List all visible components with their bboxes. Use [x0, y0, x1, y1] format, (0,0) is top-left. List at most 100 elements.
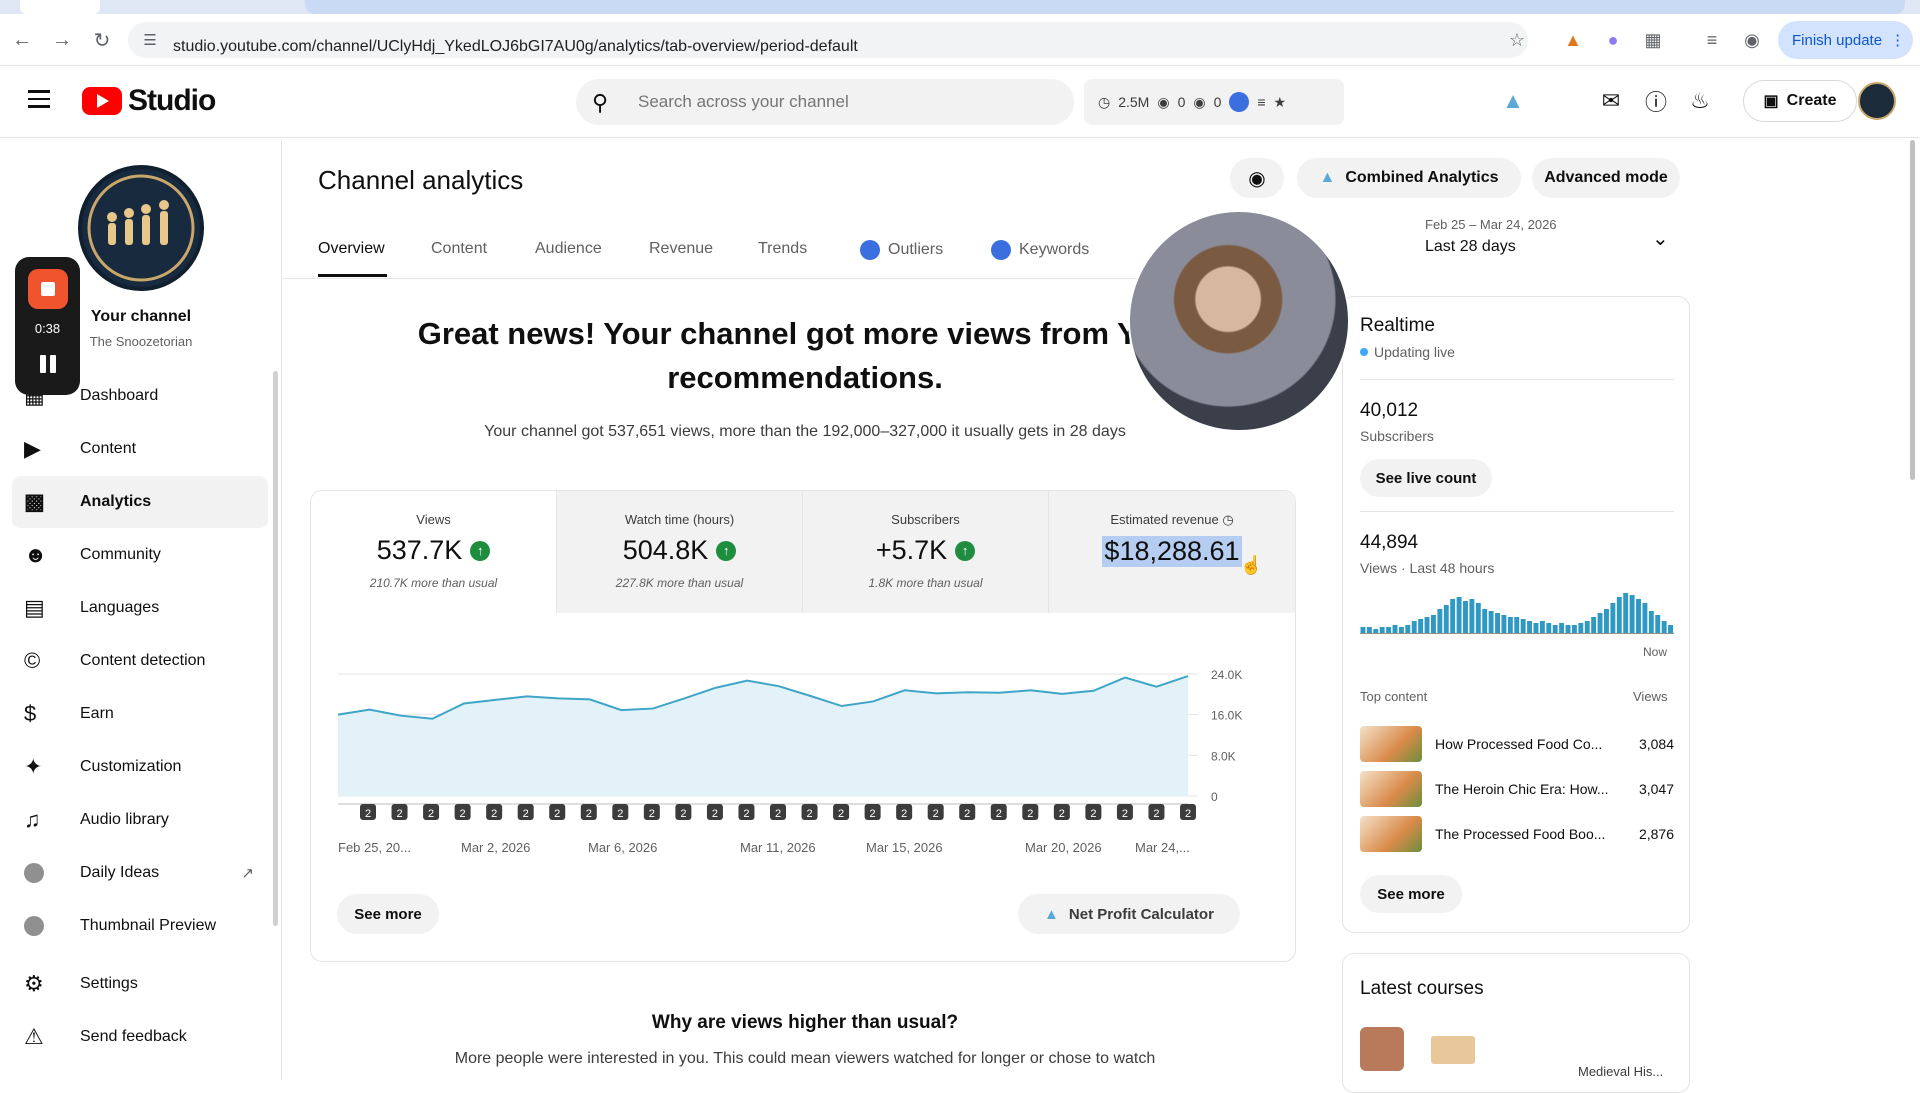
- top-content-row[interactable]: The Heroin Chic Era: How... 3,047: [1360, 769, 1674, 809]
- reading-list-icon[interactable]: ≡: [1700, 28, 1724, 52]
- date-range-dates[interactable]: Feb 25 – Mar 24, 2026: [1425, 217, 1557, 232]
- tab-content[interactable]: Content: [431, 240, 487, 258]
- bell-icon[interactable]: ♨: [1685, 86, 1715, 116]
- help-icon[interactable]: ⓘ: [1641, 86, 1671, 116]
- pause-icon[interactable]: [37, 353, 59, 375]
- chevron-down-icon[interactable]: ⌄: [1652, 226, 1669, 251]
- sidebar-item-settings[interactable]: ⚙ Settings: [12, 958, 268, 1010]
- sidebar-item-community[interactable]: ☻ Community: [12, 529, 268, 581]
- audio-library-icon: ♫: [24, 807, 41, 832]
- list-icon[interactable]: ≡: [1257, 94, 1265, 110]
- create-button[interactable]: ▣ Create: [1743, 80, 1857, 122]
- updating-live: Updating live: [1360, 344, 1455, 360]
- main-scrollbar[interactable]: [1910, 140, 1915, 480]
- sidebar-item-languages[interactable]: ▤ Languages: [12, 582, 268, 634]
- evolution-logo-icon: [87, 174, 195, 282]
- realtime-bar: [1636, 599, 1641, 633]
- clock-icon: ◷: [1222, 512, 1234, 527]
- video-views: 3,047: [1638, 781, 1674, 797]
- realtime-bar: [1424, 617, 1430, 633]
- magic-wand-icon: ✦: [24, 754, 43, 779]
- realtime-bar: [1379, 627, 1385, 633]
- realtime-bar: [1392, 625, 1398, 633]
- realtime-bar: [1501, 615, 1507, 633]
- sidebar-scrollbar[interactable]: [273, 371, 278, 926]
- sidebar-item-content-detection[interactable]: © Content detection: [12, 635, 268, 687]
- search-bar[interactable]: ⚲: [576, 79, 1074, 125]
- menu-icon[interactable]: [28, 90, 50, 108]
- extension-stats-bar[interactable]: ◷ 2.5M ◉ 0 ◉ 0 ≡ ★: [1084, 79, 1344, 125]
- sidebar-item-customization[interactable]: ✦ Customization: [12, 741, 268, 793]
- reload-icon[interactable]: ↻: [90, 28, 114, 52]
- net-profit-label: Net Profit Calculator: [1068, 905, 1214, 923]
- live-label: Updating live: [1374, 344, 1455, 360]
- net-profit-calculator-button[interactable]: ▲ Net Profit Calculator: [1018, 894, 1240, 934]
- metric-estimated-revenue[interactable]: Estimated revenue ◷ $18,288.61: [1049, 491, 1295, 613]
- metric-label: Subscribers: [891, 512, 960, 527]
- site-info-icon[interactable]: ☰: [138, 28, 162, 52]
- realtime-bar: [1648, 611, 1654, 633]
- why-title: Why are views higher than usual?: [651, 1012, 959, 1033]
- realtime-see-more-button[interactable]: See more: [1360, 875, 1462, 913]
- metric-views[interactable]: Views 537.7K ↑ 210.7K more than usual: [311, 491, 557, 613]
- back-icon[interactable]: ←: [10, 28, 34, 52]
- stop-recording-button[interactable]: [28, 269, 68, 309]
- sidebar-item-label: Audio library: [80, 811, 169, 828]
- messages-icon[interactable]: ✉: [1596, 86, 1626, 116]
- sidebar-item-analytics[interactable]: ▩ Analytics: [12, 476, 268, 528]
- video-title: The Processed Food Boo...: [1435, 826, 1606, 842]
- tab-trends[interactable]: Trends: [758, 240, 807, 258]
- advanced-mode-button[interactable]: Advanced mode: [1532, 158, 1680, 198]
- tab-keywords[interactable]: Keywords: [991, 240, 1089, 260]
- sidebar-item-audio-library[interactable]: ♫ Audio library: [12, 794, 268, 846]
- tab-revenue[interactable]: Revenue: [649, 240, 713, 258]
- search-input[interactable]: [638, 79, 1058, 125]
- combined-analytics-button[interactable]: ▲ Combined Analytics: [1297, 158, 1521, 198]
- top-content-row[interactable]: The Processed Food Boo... 2,876: [1360, 814, 1674, 854]
- metric-watch-time[interactable]: Watch time (hours) 504.8K ↑ 227.8K more t…: [557, 491, 803, 613]
- metric-subscribers[interactable]: Subscribers +5.7K ↑ 1.8K more than usual: [803, 491, 1049, 613]
- vidiq-icon[interactable]: [1229, 92, 1250, 112]
- sidebar-item-daily-ideas[interactable]: Daily Ideas ↗: [12, 847, 268, 899]
- video-thumbnail: [1360, 771, 1422, 807]
- sidebar-item-earn[interactable]: $ Earn: [12, 688, 268, 740]
- youtube-logo-icon: [82, 87, 122, 115]
- see-more-button[interactable]: See more: [337, 894, 439, 934]
- course-thumbnail[interactable]: [1431, 1036, 1475, 1064]
- puzzle-icon[interactable]: ▦: [1641, 28, 1665, 52]
- course-thumbnail[interactable]: [1360, 1027, 1404, 1071]
- browser-tab-group[interactable]: [305, 0, 1905, 14]
- sidebar-item-label: Content detection: [80, 652, 206, 669]
- camera-icon[interactable]: ◉: [1230, 158, 1284, 198]
- tab-outliers[interactable]: Outliers: [860, 240, 943, 260]
- tab-audience[interactable]: Audience: [535, 240, 602, 258]
- profile-icon[interactable]: ◉: [1740, 28, 1764, 52]
- sidebar-item-thumbnail-preview[interactable]: Thumbnail Preview: [12, 900, 268, 952]
- star-icon[interactable]: ☆: [1505, 28, 1529, 52]
- metamask-icon[interactable]: ▲: [1561, 28, 1585, 52]
- studio-header: Studio ⚲ ◷ 2.5M ◉ 0 ◉ 0 ≡ ★ ▲ ✉ ⓘ ♨ ▣ Cr…: [0, 66, 1920, 138]
- account-avatar[interactable]: [1858, 82, 1896, 120]
- see-live-count-button[interactable]: See live count: [1360, 459, 1492, 497]
- channel-avatar[interactable]: [78, 165, 204, 291]
- latest-courses-card: Latest courses Medieval His...: [1342, 953, 1690, 1093]
- course-title[interactable]: Medieval His...: [1578, 1064, 1663, 1079]
- tab-overview[interactable]: Overview: [318, 240, 385, 258]
- top-content-row[interactable]: How Processed Food Co... 3,084: [1360, 724, 1674, 764]
- finish-update-button[interactable]: Finish update ⋮: [1778, 21, 1913, 59]
- extension-icon[interactable]: ●: [1601, 28, 1625, 52]
- combined-analytics-icon[interactable]: ▲: [1498, 86, 1528, 116]
- logo-text: Studio: [128, 84, 216, 117]
- sidebar-item-send-feedback[interactable]: ⚠ Send feedback: [12, 1011, 268, 1063]
- metric-note: 1.8K more than usual: [868, 576, 983, 590]
- sidebar-item-content[interactable]: ▶ Content: [12, 423, 268, 475]
- url-text[interactable]: studio.youtube.com/channel/UClyHdj_YkedL…: [173, 38, 858, 56]
- studio-logo[interactable]: Studio: [82, 84, 216, 118]
- languages-icon: ▤: [24, 595, 45, 620]
- date-range-label[interactable]: Last 28 days: [1425, 238, 1516, 256]
- forward-icon[interactable]: →: [50, 28, 74, 52]
- realtime-bar: [1623, 593, 1629, 633]
- trophy-icon[interactable]: ★: [1274, 94, 1287, 111]
- browser-tab-active[interactable]: [20, 0, 100, 14]
- realtime-bar: [1642, 603, 1648, 633]
